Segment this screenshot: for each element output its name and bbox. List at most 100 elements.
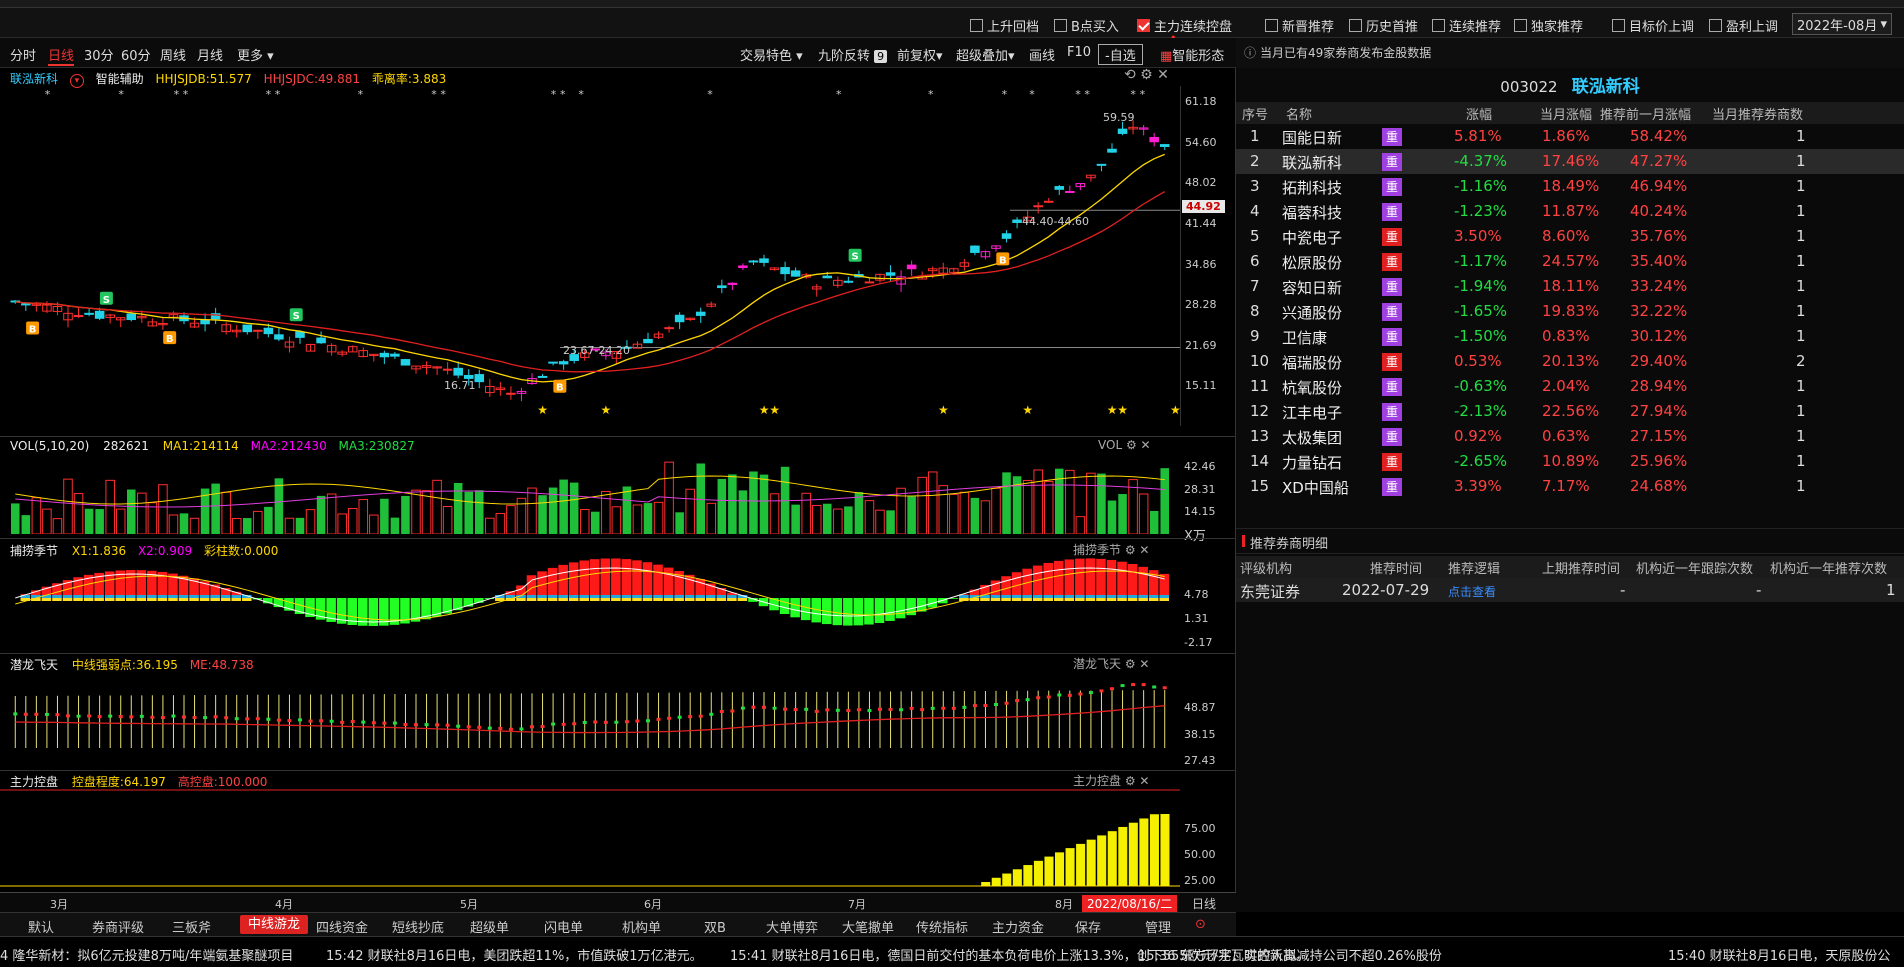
checkbox-icon[interactable]	[1709, 18, 1722, 32]
checkbox-icon[interactable]	[1349, 18, 1362, 32]
tab-13[interactable]: 主力资金	[992, 917, 1044, 936]
table-row[interactable]: 4 福蓉科技 重 -1.23% 11.87% 40.24% 1	[1236, 199, 1904, 224]
period-30min[interactable]: 30分	[84, 45, 114, 64]
table-row[interactable]: 7 容知日新 重 -1.94% 18.11% 33.24% 1	[1236, 274, 1904, 299]
month-select[interactable]: 2022年-08月 ▾	[1792, 13, 1892, 35]
checkbox-icon[interactable]	[1265, 18, 1278, 32]
checkbox-icon[interactable]	[1612, 18, 1625, 32]
tab-1[interactable]: 券商评级	[92, 917, 144, 936]
tool-smart-pattern[interactable]: ▦智能形态	[1160, 45, 1224, 64]
ticker-item[interactable]: 15:40 财联社8月16日电，天原股份公	[1668, 945, 1890, 964]
table-row[interactable]: 10 福瑞股份 重 0.53% 20.13% 29.40% 2	[1236, 349, 1904, 374]
tool-adjust[interactable]: 前复权▾	[897, 45, 943, 64]
tab-11[interactable]: 大笔撤单	[842, 917, 894, 936]
col-name[interactable]: 名称	[1286, 104, 1312, 123]
dragon-mark	[266, 717, 271, 721]
candle-body	[1065, 190, 1075, 193]
tab-14[interactable]: 保存	[1075, 917, 1101, 936]
detail-view-link[interactable]: 点击查看	[1448, 583, 1496, 600]
col-chg[interactable]: 涨幅	[1466, 104, 1492, 123]
volume-chart[interactable]	[0, 454, 1180, 534]
dragon-mark	[740, 706, 745, 710]
season-bar-base	[1011, 595, 1022, 598]
tab-7[interactable]: 闪电单	[544, 917, 583, 936]
tab-10[interactable]: 大单博弈	[766, 917, 818, 936]
row-name: 容知日新	[1282, 279, 1343, 297]
ticker-item[interactable]: 4 隆华新材：拟6亿元投建8万吨/年端氨基聚醚项目	[0, 945, 293, 964]
period-60min[interactable]: 60分	[121, 45, 151, 64]
candle-body	[759, 258, 769, 263]
dragon-chart[interactable]	[0, 672, 1180, 748]
checkbox-icon[interactable]	[1514, 18, 1527, 32]
volume-bar	[358, 499, 369, 534]
table-row[interactable]: 9 卫信康 重 -1.50% 0.83% 30.12% 1	[1236, 324, 1904, 349]
filter-target-raise[interactable]: 目标价上调	[1612, 15, 1694, 35]
tool-trade-feature[interactable]: 交易特色 ▾	[740, 45, 803, 64]
col-month[interactable]: 当月涨幅	[1540, 104, 1592, 123]
chart-area[interactable]: 联泓新科 ▾ 智能辅助 HHJSJDB:51.577 HHJSJDC:49.88…	[0, 67, 1236, 912]
tab-2[interactable]: 三板斧	[172, 917, 211, 936]
tab-8[interactable]: 机构单	[622, 917, 661, 936]
candlestick-chart[interactable]: BBBBSSS* * * * * * * * * * * * * * * * * * * * *★ ★ ★ ★ ★ ★ ★ ★ ★	[0, 86, 1180, 426]
table-row[interactable]: 11 杭氧股份 重 -0.63% 2.04% 28.94% 1	[1236, 374, 1904, 399]
table-row[interactable]: 1 国能日新 重 5.81% 1.86% 58.42% 1	[1236, 124, 1904, 149]
ticker-item[interactable]: 15:42 财联社8月16日电，美团跌超11%，市值跌破1万亿港元。	[326, 945, 703, 964]
table-row[interactable]: 2 联泓新科 重 -4.37% 17.46% 47.27% 1	[1236, 149, 1904, 174]
tool-overlay[interactable]: 超级叠加▾	[956, 45, 1015, 64]
collapse-icon[interactable]: ⊙	[1195, 917, 1206, 932]
tool-draw[interactable]: 画线	[1029, 45, 1055, 64]
notice-text: 当月已有49家券商发布金股数据	[1260, 46, 1432, 60]
col-brokers[interactable]: 当月推荐券商数	[1712, 104, 1803, 123]
table-row[interactable]: 14 力量钻石 重 -2.65% 10.89% 25.96% 1	[1236, 449, 1904, 474]
tab-15[interactable]: 管理	[1145, 917, 1171, 936]
table-row[interactable]: 5 中瓷电子 重 3.50% 8.60% 35.76% 1	[1236, 224, 1904, 249]
filter-profit-raise[interactable]: 盈利上调	[1709, 15, 1778, 35]
panel-controls-season[interactable]: ⚙ ✕	[1125, 543, 1150, 557]
checkbox-icon[interactable]	[970, 18, 983, 32]
filter-continuous[interactable]: 连续推荐	[1432, 15, 1501, 35]
ticker-item[interactable]: 15:36 东方环宇：实控人拟减持公司不超0.26%股份	[1138, 945, 1442, 964]
filter-exclusive[interactable]: 独家推荐	[1514, 15, 1583, 35]
control-chart[interactable]	[0, 788, 1180, 888]
tab-6[interactable]: 超级单	[470, 917, 509, 936]
panel-controls-main[interactable]: ⟲ ⚙ ✕	[1124, 67, 1169, 83]
tab-9[interactable]: 双B	[704, 917, 726, 936]
period-more[interactable]: 更多 ▾	[237, 45, 274, 64]
col-prev[interactable]: 推荐前一月涨幅	[1600, 104, 1691, 123]
table-row[interactable]: 13 太极集团 重 0.92% 0.63% 27.15% 1	[1236, 424, 1904, 449]
table-row[interactable]: 8 兴通股份 重 -1.65% 19.83% 32.22% 1	[1236, 299, 1904, 324]
period-monthly[interactable]: 月线	[197, 45, 223, 64]
candle-body	[274, 334, 284, 340]
tab-4[interactable]: 四线资金	[316, 917, 368, 936]
panel-controls-vol[interactable]: ⚙ ✕	[1126, 438, 1151, 452]
filter-rise-pullback[interactable]: 上升回档	[970, 15, 1039, 35]
panel-controls-control[interactable]: ⚙ ✕	[1125, 774, 1150, 788]
panel-controls-dragon[interactable]: ⚙ ✕	[1125, 657, 1150, 671]
tab-12[interactable]: 传统指标	[916, 917, 968, 936]
season-bar-base	[1022, 598, 1032, 601]
tab-0[interactable]: 默认	[28, 917, 54, 936]
dragon-tag: 潜龙飞天	[1073, 657, 1122, 671]
period-timeshare[interactable]: 分时	[10, 45, 36, 64]
tool-f10[interactable]: F10	[1067, 45, 1091, 60]
tool-nine-reverse[interactable]: 九阶反转 9	[818, 45, 888, 64]
season-chart[interactable]	[0, 558, 1180, 638]
volume-bar	[316, 495, 326, 534]
tab-3[interactable]: 中线游龙	[240, 915, 309, 934]
filter-history-first[interactable]: 历史首推	[1349, 15, 1418, 35]
col-no[interactable]: 序号	[1242, 104, 1268, 123]
checkbox-icon[interactable]	[1432, 18, 1445, 32]
tool-watchlist[interactable]: -自选	[1098, 44, 1143, 65]
period-daily[interactable]: 日线	[48, 45, 75, 66]
table-row[interactable]: 6 松原股份 重 -1.17% 24.57% 35.40% 1	[1236, 249, 1904, 274]
checkbox-icon[interactable]	[1054, 18, 1067, 32]
table-row[interactable]: 15 XD中国船 重 3.39% 7.17% 24.68% 1	[1236, 474, 1904, 499]
row-month: 0.83%	[1542, 327, 1590, 345]
filter-new-recommend[interactable]: 新晋推荐	[1265, 15, 1334, 35]
tab-5[interactable]: 短线抄底	[392, 917, 444, 936]
star-icon: ★	[537, 403, 548, 417]
period-weekly[interactable]: 周线	[160, 45, 186, 64]
detail-row[interactable]: 东莞证券 2022-07-29 点击查看 - - 1	[1236, 578, 1904, 602]
table-row[interactable]: 12 江丰电子 重 -2.13% 22.56% 27.94% 1	[1236, 399, 1904, 424]
table-row[interactable]: 3 拓荆科技 重 -1.16% 18.49% 46.94% 1	[1236, 174, 1904, 199]
